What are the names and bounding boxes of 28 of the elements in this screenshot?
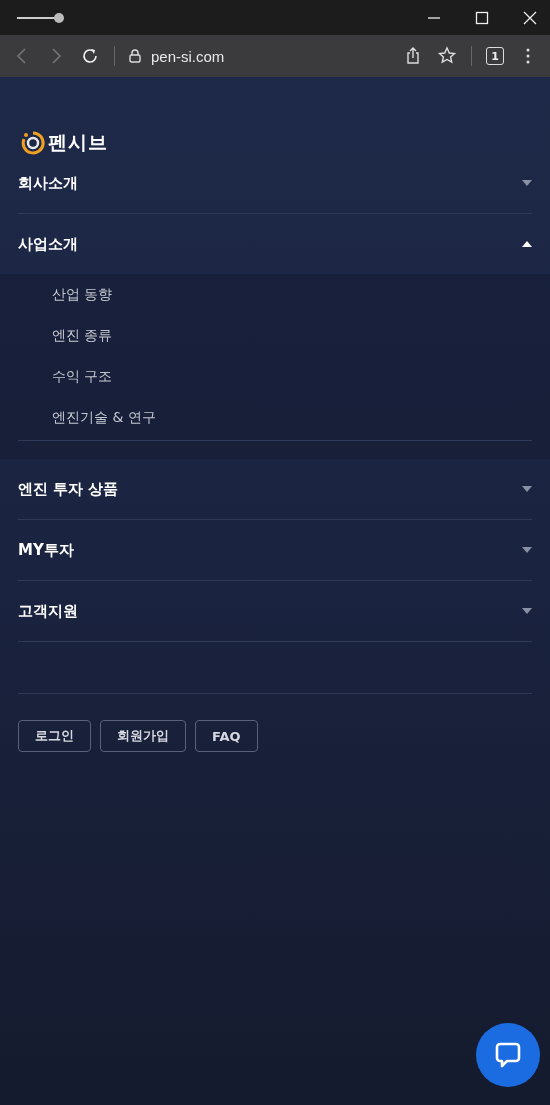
menu-item[interactable]: 고객지원	[18, 581, 532, 642]
menu-item[interactable]: 회사소개	[18, 153, 532, 214]
caret-icon	[522, 180, 532, 186]
lock-icon	[129, 49, 141, 63]
submenu-item[interactable]: 엔진기술 & 연구	[52, 397, 156, 438]
submenu-item[interactable]: 산업 동향	[52, 274, 113, 315]
chat-icon	[493, 1040, 523, 1070]
logo-text[interactable]: 펜시브	[48, 130, 108, 156]
reload-icon[interactable]	[80, 46, 100, 66]
tab-count[interactable]: 1	[486, 47, 504, 65]
caret-icon	[522, 486, 532, 492]
submenu-item[interactable]: 수익 구조	[52, 356, 113, 397]
close-icon[interactable]	[522, 9, 538, 26]
menu-item[interactable]: MY투자	[18, 520, 532, 581]
menu-item[interactable]: 사업소개	[18, 214, 532, 274]
logo-icon	[20, 130, 46, 156]
menu-button[interactable]: 회원가입	[100, 720, 186, 752]
star-icon[interactable]	[437, 46, 457, 66]
slider-icon[interactable]	[16, 11, 66, 24]
maximize-icon[interactable]	[474, 9, 490, 26]
caret-icon	[522, 241, 532, 247]
menu-button[interactable]: FAQ	[195, 720, 258, 752]
submenu-item[interactable]: 엔진 종류	[52, 315, 113, 356]
menu-button[interactable]: 로그인	[18, 720, 91, 752]
menu-item[interactable]: 엔진 투자 상품	[18, 459, 532, 520]
caret-icon	[522, 547, 532, 553]
caret-icon	[522, 608, 532, 614]
address-bar[interactable]: pen-si.com	[151, 47, 225, 65]
